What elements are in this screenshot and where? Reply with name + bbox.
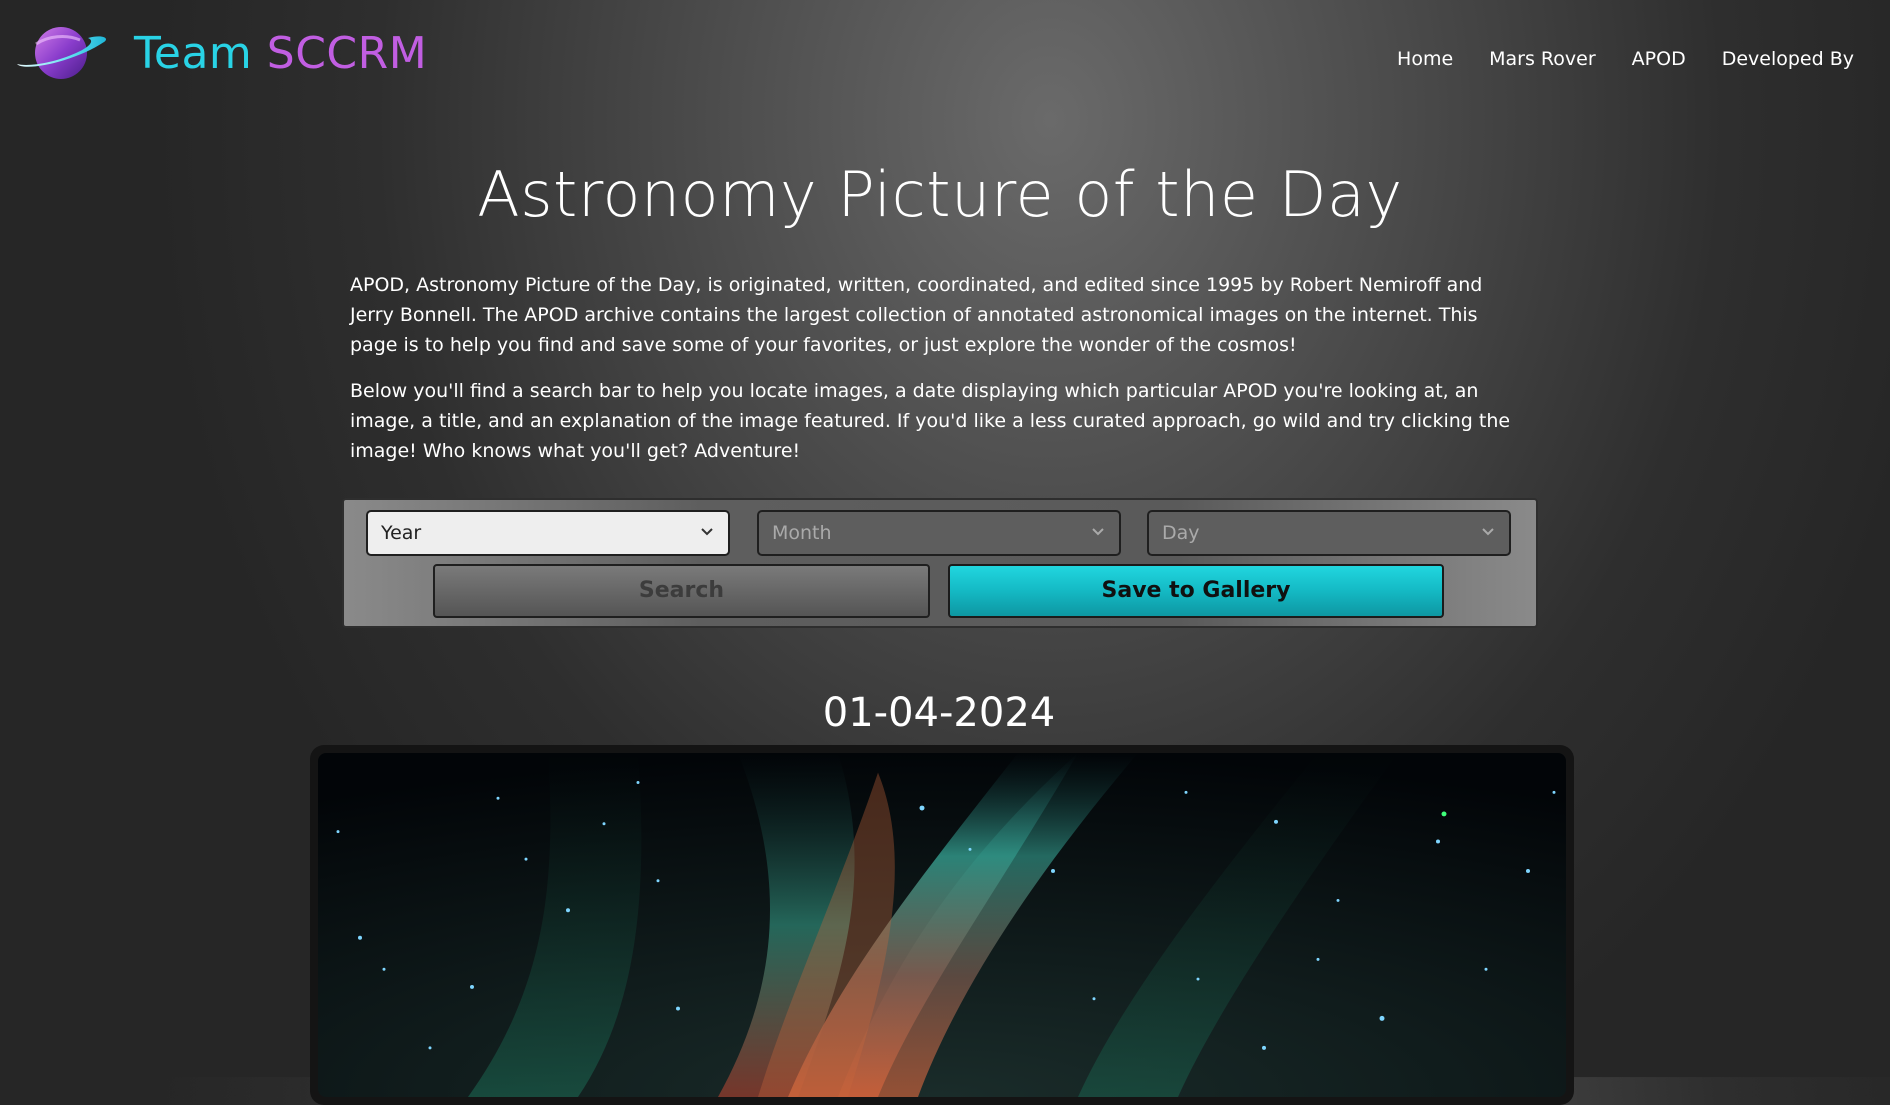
brand-name-team: Team xyxy=(134,27,267,79)
save-to-gallery-button[interactable]: Save to Gallery xyxy=(948,564,1444,618)
month-select-value: Month xyxy=(772,522,832,544)
brand-name-sccrm: SCCRM xyxy=(266,27,428,79)
nav-home[interactable]: Home xyxy=(1397,48,1453,70)
apod-date: 01-04-2024 xyxy=(822,690,1056,736)
day-select-value: Day xyxy=(1162,522,1200,544)
year-select[interactable]: Year xyxy=(366,510,730,556)
nav-links: Home Mars Rover APOD Developed By xyxy=(1397,48,1854,70)
intro-paragraph-2: Below you'll find a search bar to help y… xyxy=(350,380,1511,462)
brand[interactable]: Team SCCRM xyxy=(14,22,427,84)
nav-mars-rover[interactable]: Mars Rover xyxy=(1489,48,1596,70)
chevron-down-icon xyxy=(1092,528,1104,536)
page-title: Astronomy Picture of the Day xyxy=(477,158,1403,231)
chevron-down-icon xyxy=(1482,528,1494,536)
nebula-image[interactable] xyxy=(318,753,1566,1097)
planet-icon xyxy=(17,27,107,79)
navbar: Team SCCRM Home Mars Rover APOD Develope… xyxy=(0,0,1890,110)
intro-section: APOD, Astronomy Picture of the Day, is o… xyxy=(350,270,1530,482)
day-select[interactable]: Day xyxy=(1147,510,1511,556)
brand-name: Team SCCRM xyxy=(134,28,427,79)
apod-image-frame xyxy=(310,745,1574,1105)
nav-apod[interactable]: APOD xyxy=(1632,48,1686,70)
month-select[interactable]: Month xyxy=(757,510,1121,556)
search-panel: Year Month Day Search Save to Gallery xyxy=(342,498,1538,628)
chevron-down-icon xyxy=(701,528,713,536)
nav-developed-by[interactable]: Developed By xyxy=(1722,48,1854,70)
search-button[interactable]: Search xyxy=(433,564,930,618)
intro-paragraph-1: APOD, Astronomy Picture of the Day, is o… xyxy=(350,274,1483,356)
year-select-value: Year xyxy=(381,522,422,544)
